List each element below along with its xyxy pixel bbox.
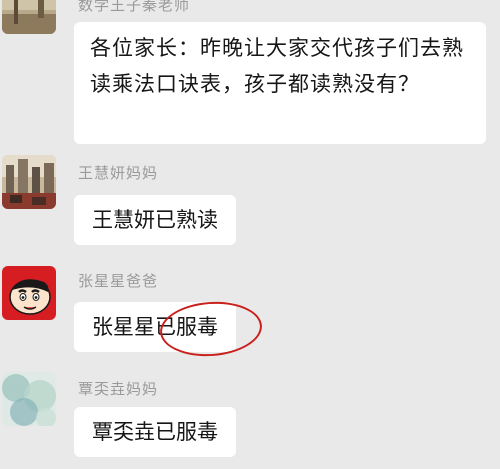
crayon-shin-chan-avatar-icon	[2, 266, 56, 320]
qin-enyao-mother-message-text: 覃奀垚已服毒	[92, 420, 218, 444]
teacher-sender-name: 数学王子秦老师	[78, 0, 191, 14]
teacher-avatar[interactable]	[2, 0, 56, 34]
wang-huiyan-mother-sender-name: 王慧妍妈妈	[78, 164, 159, 182]
city-photo-avatar-icon	[2, 155, 56, 209]
zhang-xingxing-father-message-prefix: 张星星	[92, 315, 155, 339]
zhang-xingxing-father-sender-name: 张星星爸爸	[78, 272, 159, 290]
wang-huiyan-mother-message-bubble[interactable]: 王慧妍已熟读	[74, 195, 236, 245]
qin-enyao-mother-sender-name: 覃奀垚妈妈	[78, 380, 159, 398]
qin-enyao-mother-message-bubble[interactable]: 覃奀垚已服毒	[74, 407, 236, 457]
watercolor-avatar-icon	[2, 372, 56, 426]
qin-enyao-mother-avatar[interactable]	[2, 372, 56, 426]
chat-window: 数学王子秦老师 各位家长：昨晚让大家交代孩子们去熟读乘法口诀表，孩子都读熟没有？…	[0, 0, 500, 469]
wang-huiyan-mother-message-text: 王慧妍已熟读	[92, 208, 218, 232]
zhang-xingxing-father-avatar[interactable]	[2, 266, 56, 320]
wang-huiyan-mother-avatar[interactable]	[2, 155, 56, 209]
teacher-message-bubble[interactable]: 各位家长：昨晚让大家交代孩子们去熟读乘法口诀表，孩子都读熟没有？	[74, 22, 486, 144]
teacher-message-text: 各位家长：昨晚让大家交代孩子们去熟读乘法口诀表，孩子都读熟没有？	[90, 36, 464, 96]
landscape-photo-avatar-icon	[2, 0, 56, 34]
